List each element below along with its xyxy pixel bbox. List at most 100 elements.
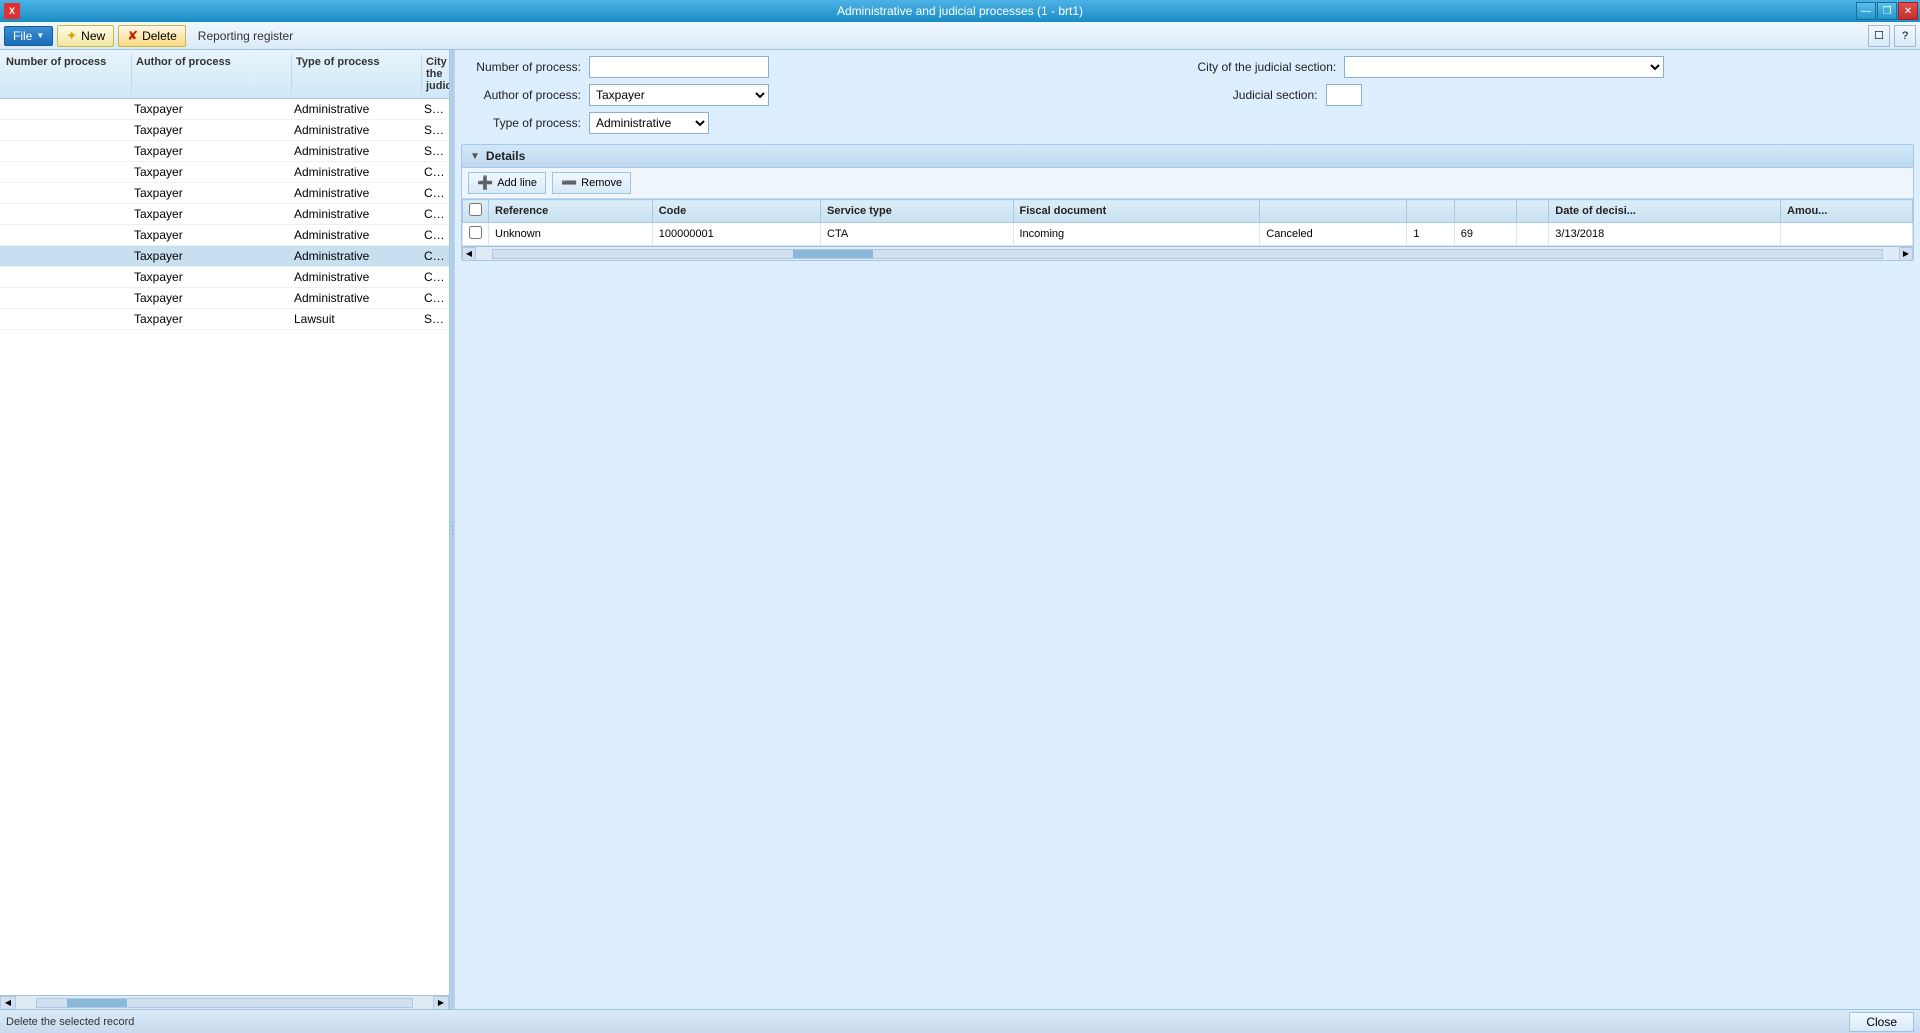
cell-city: Curitiba bbox=[420, 246, 449, 266]
list-row[interactable]: Taxpayer Administrative Curitiba bbox=[0, 183, 449, 204]
remove-icon: ➖ bbox=[561, 175, 577, 191]
cell-service-type: CTA bbox=[821, 223, 1013, 246]
close-window-button[interactable]: ✕ bbox=[1898, 2, 1918, 20]
close-button[interactable]: Close bbox=[1849, 1012, 1914, 1032]
cell-author: Taxpayer bbox=[130, 246, 290, 266]
th-col5 bbox=[1260, 200, 1407, 223]
cell-type: Administrative bbox=[290, 120, 420, 140]
scroll-right-arrow[interactable]: ▶ bbox=[433, 996, 449, 1010]
table-scroll-track[interactable] bbox=[492, 249, 1883, 259]
th-code: Code bbox=[652, 200, 820, 223]
type-of-process-label: Type of process: bbox=[461, 116, 581, 130]
cell-col7: 69 bbox=[1454, 223, 1516, 246]
details-table-wrap: Reference Code Service type Fiscal docum… bbox=[462, 199, 1913, 246]
cell-type: Administrative bbox=[290, 246, 420, 266]
add-line-button[interactable]: ➕ Add line bbox=[468, 172, 546, 194]
number-of-process-label: Number of process: bbox=[461, 60, 581, 74]
cell-city: São Paulo bbox=[420, 309, 449, 329]
cell-number bbox=[0, 99, 130, 119]
add-line-label: Add line bbox=[497, 177, 537, 189]
reporting-register-link[interactable]: Reporting register bbox=[190, 27, 301, 45]
list-row[interactable]: Taxpayer Administrative São Paulo bbox=[0, 99, 449, 120]
remove-button[interactable]: ➖ Remove bbox=[552, 172, 631, 194]
th-checkbox bbox=[463, 200, 489, 223]
table-row[interactable]: Unknown 100000001 CTA Incoming Canceled … bbox=[463, 223, 1913, 246]
col-type-header: Type of process bbox=[292, 54, 422, 94]
list-row[interactable]: Taxpayer Administrative São Paulo bbox=[0, 120, 449, 141]
panel-splitter[interactable] bbox=[450, 50, 455, 1009]
details-title: Details bbox=[486, 149, 525, 163]
city-of-judicial-section-select[interactable] bbox=[1344, 56, 1664, 78]
cell-city: Curitiba bbox=[420, 288, 449, 308]
list-row[interactable]: Taxpayer Lawsuit São Paulo bbox=[0, 309, 449, 330]
col-number-header: Number of process bbox=[2, 54, 132, 94]
th-reference: Reference bbox=[489, 200, 653, 223]
toolbar-right: ☐ ? bbox=[1868, 25, 1916, 47]
details-header: ▼ Details bbox=[462, 145, 1913, 168]
list-horizontal-scrollbar[interactable]: ◀ ▶ bbox=[0, 995, 449, 1009]
delete-button[interactable]: ✘ Delete bbox=[118, 25, 186, 47]
cell-city: São Paulo bbox=[420, 141, 449, 161]
scroll-track[interactable] bbox=[36, 998, 413, 1008]
cell-city: Curitiba bbox=[420, 204, 449, 224]
table-scroll-thumb[interactable] bbox=[793, 250, 873, 258]
author-of-process-select[interactable]: Taxpayer Tax authority Other bbox=[589, 84, 769, 106]
table-horizontal-scrollbar[interactable]: ◀ ▶ bbox=[462, 246, 1913, 260]
form-area: Number of process: Author of process: Ta… bbox=[461, 56, 1914, 140]
minimize-button[interactable]: — bbox=[1856, 2, 1876, 20]
list-row[interactable]: Taxpayer Administrative Curitiba bbox=[0, 204, 449, 225]
type-of-process-row: Type of process: Administrative Lawsuit bbox=[461, 112, 1178, 134]
form-left-col: Number of process: Author of process: Ta… bbox=[461, 56, 1178, 140]
cell-number bbox=[0, 225, 130, 245]
th-col6 bbox=[1407, 200, 1454, 223]
cell-type: Administrative bbox=[290, 225, 420, 245]
number-of-process-input[interactable] bbox=[589, 56, 769, 78]
cell-author: Taxpayer bbox=[130, 141, 290, 161]
right-panel: Number of process: Author of process: Ta… bbox=[455, 50, 1920, 1009]
new-button[interactable]: ✦ New bbox=[57, 25, 114, 47]
list-row[interactable]: Taxpayer Administrative Curitiba bbox=[0, 225, 449, 246]
th-col8 bbox=[1517, 200, 1549, 223]
list-row[interactable]: Taxpayer Administrative Curitiba bbox=[0, 267, 449, 288]
author-of-process-row: Author of process: Taxpayer Tax authorit… bbox=[461, 84, 1178, 106]
new-star-icon: ✦ bbox=[66, 28, 77, 44]
file-arrow-icon: ▼ bbox=[36, 31, 44, 40]
new-label: New bbox=[81, 29, 105, 43]
list-row[interactable]: Taxpayer Administrative Curitiba bbox=[0, 162, 449, 183]
restore-button[interactable]: ❒ bbox=[1877, 2, 1897, 20]
list-row[interactable]: Taxpayer Administrative São Paulo bbox=[0, 141, 449, 162]
remove-label: Remove bbox=[581, 177, 622, 189]
window-controls: — ❒ ✕ bbox=[1856, 2, 1918, 20]
collapse-arrow-icon[interactable]: ▼ bbox=[470, 151, 480, 162]
scroll-left-arrow[interactable]: ◀ bbox=[0, 996, 16, 1010]
list-body: Taxpayer Administrative São Paulo Taxpay… bbox=[0, 99, 449, 995]
judicial-section-row: Judicial section: bbox=[1198, 84, 1915, 106]
cell-number bbox=[0, 120, 130, 140]
main-layout: Number of process Author of process Type… bbox=[0, 50, 1920, 1009]
cell-col5: Canceled bbox=[1260, 223, 1407, 246]
cell-author: Taxpayer bbox=[130, 183, 290, 203]
monitor-icon[interactable]: ☐ bbox=[1868, 25, 1890, 47]
type-of-process-select[interactable]: Administrative Lawsuit bbox=[589, 112, 709, 134]
th-amount: Amou... bbox=[1781, 200, 1913, 223]
title-bar: X Administrative and judicial processes … bbox=[0, 0, 1920, 22]
cell-number bbox=[0, 246, 130, 266]
scroll-thumb[interactable] bbox=[67, 999, 127, 1007]
judicial-section-label: Judicial section: bbox=[1198, 88, 1318, 102]
list-row[interactable]: Taxpayer Administrative Curitiba bbox=[0, 288, 449, 309]
cell-city: São Paulo bbox=[420, 120, 449, 140]
row-checkbox[interactable] bbox=[463, 223, 489, 246]
status-text: Delete the selected record bbox=[6, 1016, 134, 1028]
number-of-process-row: Number of process: bbox=[461, 56, 1178, 78]
cell-city: Curitiba bbox=[420, 162, 449, 182]
cell-type: Administrative bbox=[290, 141, 420, 161]
city-judicial-section-label: City of the judicial section: bbox=[1198, 60, 1337, 74]
select-all-checkbox[interactable] bbox=[469, 203, 482, 216]
list-row[interactable]: Taxpayer Administrative Curitiba bbox=[0, 246, 449, 267]
file-menu[interactable]: File ▼ bbox=[4, 26, 53, 46]
judicial-section-input[interactable] bbox=[1326, 84, 1362, 106]
help-icon[interactable]: ? bbox=[1894, 25, 1916, 47]
table-scroll-right[interactable]: ▶ bbox=[1899, 247, 1913, 261]
table-scroll-left[interactable]: ◀ bbox=[462, 247, 476, 261]
cell-author: Taxpayer bbox=[130, 99, 290, 119]
